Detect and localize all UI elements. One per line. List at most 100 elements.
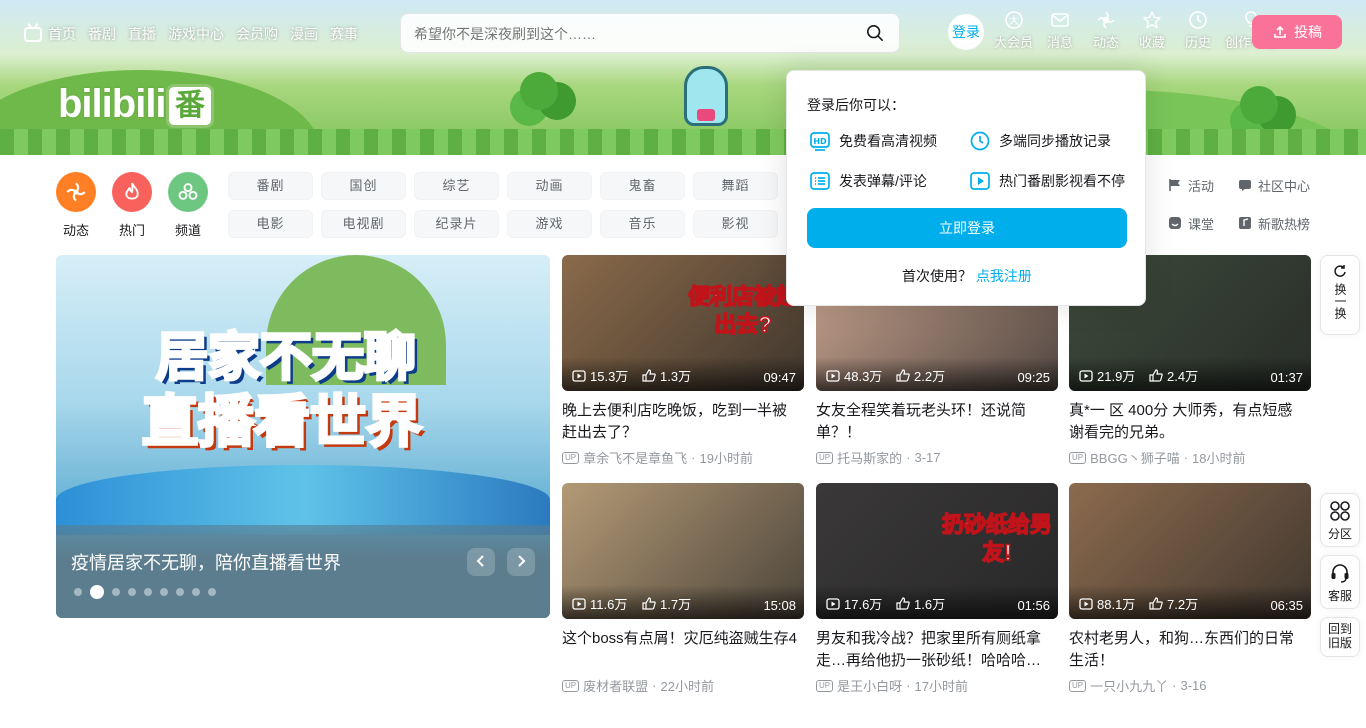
video-title[interactable]: 女友全程笑着玩老头环！还说简单？！ xyxy=(816,400,1052,444)
login-button[interactable]: 立即登录 xyxy=(807,208,1127,248)
category-film[interactable]: 影视 xyxy=(693,210,778,238)
banner-mascot xyxy=(684,66,728,126)
category-dance[interactable]: 舞蹈 xyxy=(693,172,778,200)
like-count-text: 1.6万 xyxy=(914,597,946,612)
view-count-text: 11.6万 xyxy=(590,597,628,612)
search-input[interactable] xyxy=(414,22,854,46)
video-author[interactable]: 是王小白呀 xyxy=(837,676,902,695)
nav-game-center[interactable]: 游戏中心 xyxy=(168,24,224,44)
upload-button[interactable]: 投稿 xyxy=(1252,15,1342,49)
video-thumbnail[interactable]: 扔砂纸给男友! 17.6万 1.6万 01:56 xyxy=(816,483,1058,619)
nav-bangumi[interactable]: 番剧 xyxy=(88,24,116,44)
nav-dynamic[interactable]: 动态 xyxy=(1083,10,1129,51)
video-thumbnail[interactable]: 11.6万 1.7万 15:08 xyxy=(562,483,804,619)
carousel-dot[interactable] xyxy=(192,588,200,596)
view-count: 21.9万 xyxy=(1079,366,1135,385)
bilibili-logo[interactable]: bilibili 番 xyxy=(58,82,216,130)
video-thumbnail[interactable]: 便利店被赶出去? 15.3万 1.3万 09:47 xyxy=(562,255,804,391)
video-author[interactable]: 废材者联盟 xyxy=(583,676,648,695)
nav-message[interactable]: 消息 xyxy=(1037,10,1083,51)
category-guochuang[interactable]: 国创 xyxy=(321,172,406,200)
side-link-new-songs[interactable]: 新歌热榜 xyxy=(1238,213,1328,233)
nav-history[interactable]: 历史 xyxy=(1175,10,1221,51)
carousel-next-button[interactable] xyxy=(507,548,535,576)
video-title[interactable]: 男友和我冷战？把家里所有厕纸拿走…再给他扔一张砂纸！哈哈哈… xyxy=(816,628,1052,672)
carousel-dot[interactable] xyxy=(128,588,136,596)
message-icon xyxy=(1051,13,1069,27)
category-documentary[interactable]: 纪录片 xyxy=(414,210,499,238)
carousel-dot[interactable] xyxy=(144,588,152,596)
meta-separator: · xyxy=(1183,450,1189,465)
video-title[interactable]: 真*一 区 400分 大师秀，有点短感谢看完的兄弟。 xyxy=(1069,400,1305,444)
dynamic-icon xyxy=(66,182,86,202)
thumb-overlay-text: 便利店被赶出去? xyxy=(687,283,799,338)
search-icon[interactable] xyxy=(866,24,884,42)
old-version-button[interactable]: 回到旧版 xyxy=(1320,617,1360,657)
thumb-up-icon xyxy=(642,369,656,382)
side-link-activity[interactable]: 活动 xyxy=(1168,175,1238,195)
popup-feature-hd-label: 免费看高清视频 xyxy=(839,133,937,149)
category-music[interactable]: 音乐 xyxy=(600,210,685,238)
carousel-dot[interactable] xyxy=(112,588,120,596)
view-count: 48.3万 xyxy=(826,366,882,385)
side-link-new-songs-label: 新歌热榜 xyxy=(1258,216,1311,232)
category-movie[interactable]: 电影 xyxy=(228,210,313,238)
thumb-up-icon xyxy=(1149,597,1163,610)
video-title[interactable]: 这个boss有点屑！灾厄纯盗贼生存4 xyxy=(562,628,798,672)
side-link-community-label: 社区中心 xyxy=(1258,178,1311,194)
view-count-text: 48.3万 xyxy=(844,369,883,384)
carousel-dot[interactable] xyxy=(90,585,104,599)
community-icon xyxy=(1239,180,1251,191)
nav-home[interactable]: 首页 xyxy=(48,24,76,44)
upload-label: 投稿 xyxy=(1294,24,1322,40)
video-author[interactable]: 一只小九九丫 xyxy=(1090,676,1168,695)
flag-icon xyxy=(1169,179,1180,191)
category-variety[interactable]: 综艺 xyxy=(414,172,499,200)
play-count-icon xyxy=(572,369,586,382)
carousel-dot[interactable] xyxy=(176,588,184,596)
carousel-dot[interactable] xyxy=(160,588,168,596)
carousel-dot[interactable] xyxy=(74,588,82,596)
register-link[interactable]: 点我注册 xyxy=(976,268,1032,284)
nav-favorite[interactable]: 收藏 xyxy=(1129,10,1175,51)
like-count-text: 2.2万 xyxy=(914,369,946,384)
category-tv-series[interactable]: 电视剧 xyxy=(321,210,406,238)
side-link-classroom[interactable]: 课堂 xyxy=(1168,213,1238,233)
banner-carousel[interactable]: 居家不无聊 直播看世界 疫情居家不无聊，陪你直播看世界 xyxy=(56,255,550,618)
refresh-button[interactable]: 换一换 xyxy=(1320,255,1360,335)
nav-manga[interactable]: 漫画 xyxy=(290,24,318,44)
video-title[interactable]: 晚上去便利店吃晚饭，吃到一半被赶出去了？ xyxy=(562,400,798,444)
channel-hot[interactable]: 热门 xyxy=(112,172,154,239)
nav-live[interactable]: 直播 xyxy=(128,24,156,44)
category-game[interactable]: 游戏 xyxy=(507,210,592,238)
category-animation[interactable]: 动画 xyxy=(507,172,592,200)
video-thumbnail[interactable]: 88.1万 7.2万 06:35 xyxy=(1069,483,1311,619)
video-duration: 09:47 xyxy=(763,370,796,385)
video-card[interactable]: 88.1万 7.2万 06:35 农村老男人，和狗…东西们的日常生活！ UP 一… xyxy=(1069,483,1311,695)
play-count-icon xyxy=(1079,369,1093,382)
service-button[interactable]: 客服 xyxy=(1320,555,1360,609)
zone-button[interactable]: 分区 xyxy=(1320,493,1360,547)
category-kichiku[interactable]: 鬼畜 xyxy=(600,172,685,200)
channel-icon xyxy=(178,183,198,200)
channel-channel[interactable]: 频道 xyxy=(168,172,210,239)
side-link-community[interactable]: 社区中心 xyxy=(1238,175,1328,195)
nav-vip[interactable]: 大 大会员 xyxy=(990,10,1037,51)
nav-mall[interactable]: 会员购 xyxy=(236,24,278,44)
video-author[interactable]: 托马斯家的 xyxy=(837,448,902,467)
carousel-dot[interactable] xyxy=(208,588,216,596)
login-avatar[interactable]: 登录 xyxy=(948,14,984,50)
popup-feature-sync: 多端同步播放记录 xyxy=(969,130,1111,152)
video-author[interactable]: BBGG丶狮子喵 xyxy=(1090,448,1180,467)
video-card[interactable]: 扔砂纸给男友! 17.6万 1.6万 01:56 男友和我冷战？把家里所有厕纸拿… xyxy=(816,483,1058,695)
nav-match[interactable]: 赛事 xyxy=(330,24,358,44)
channel-dynamic[interactable]: 动态 xyxy=(56,172,98,239)
music-chart-icon xyxy=(1239,217,1251,229)
carousel-caption[interactable]: 疫情居家不无聊，陪你直播看世界 xyxy=(71,549,341,575)
video-title[interactable]: 农村老男人，和狗…东西们的日常生活！ xyxy=(1069,628,1305,672)
video-card[interactable]: 11.6万 1.7万 15:08 这个boss有点屑！灾厄纯盗贼生存4 UP 废… xyxy=(562,483,804,695)
carousel-prev-button[interactable] xyxy=(467,548,495,576)
video-author[interactable]: 章余飞不是章鱼飞 xyxy=(583,448,687,467)
category-bangumi[interactable]: 番剧 xyxy=(228,172,313,200)
video-card[interactable]: 便利店被赶出去? 15.3万 1.3万 09:47 晚上去便利店吃晚饭，吃到一半… xyxy=(562,255,804,467)
